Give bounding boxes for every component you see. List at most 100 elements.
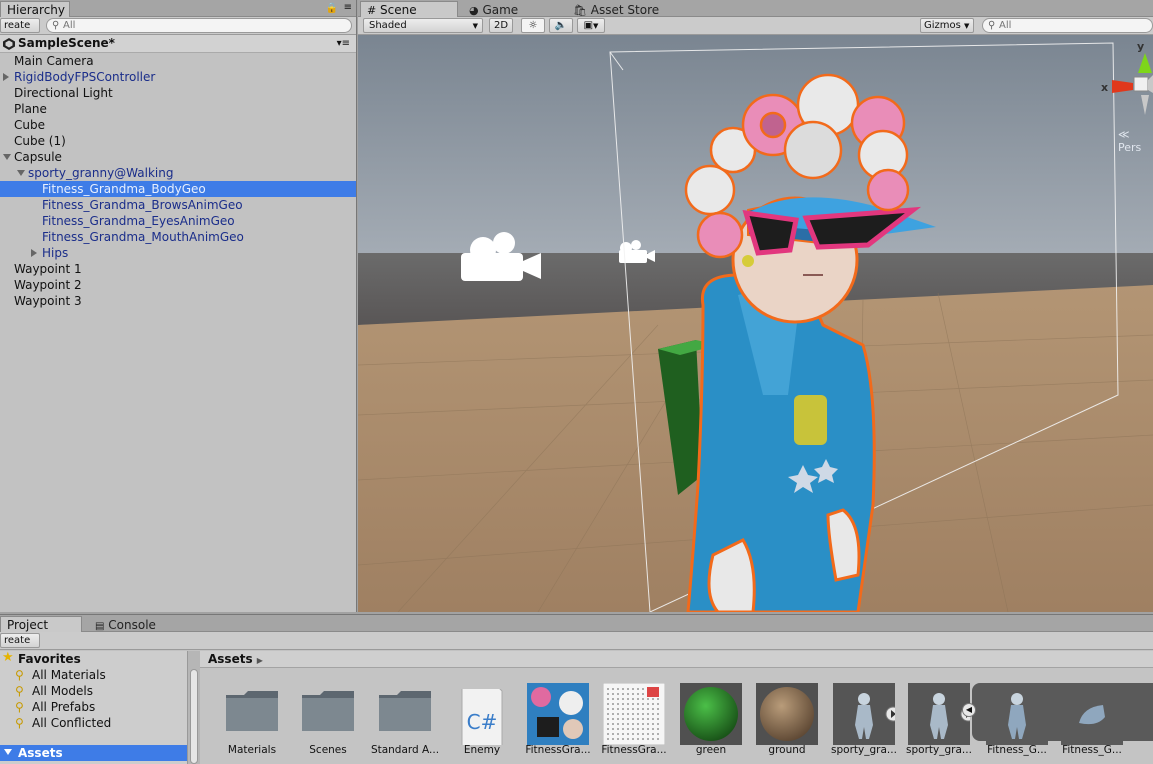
hierarchy-item-label: Plane <box>14 102 47 116</box>
folder-icon <box>224 689 280 733</box>
panel-menu-icon[interactable]: ≡ <box>344 2 352 13</box>
scene-viewport[interactable]: y x ≪ Pers <box>358 35 1153 612</box>
console-icon: ▤ <box>95 621 105 632</box>
asset-label: FitnessGra... <box>601 744 667 756</box>
hierarchy-tree: Main Camera RigidBodyFPSController Directi… <box>0 53 356 309</box>
assets-root-item[interactable]: Assets <box>0 745 187 761</box>
scene-root-row[interactable]: SampleScene* ▾≡ <box>0 35 356 53</box>
hierarchy-item[interactable]: Main Camera <box>0 53 356 69</box>
scene-menu-icon[interactable]: ▾≡ <box>337 35 350 52</box>
favorite-item[interactable]: ⚲ All Prefabs <box>0 699 187 715</box>
hierarchy-item-label: Capsule <box>14 150 62 164</box>
model-prefab-icon <box>908 683 976 745</box>
hierarchy-item-label: Waypoint 3 <box>14 294 82 308</box>
2d-label: 2D <box>493 20 509 31</box>
hierarchy-item[interactable]: Capsule <box>0 149 356 165</box>
asset-label: Scenes <box>309 744 347 756</box>
hierarchy-item[interactable]: Waypoint 3 <box>0 293 356 309</box>
favorites-header[interactable]: ★ Favorites <box>0 650 187 667</box>
hierarchy-search[interactable]: ⚲ <box>46 18 352 33</box>
hierarchy-item-label: Cube (1) <box>14 134 66 148</box>
hierarchy-item[interactable]: Fitness_Grandma_EyesAnimGeo <box>0 213 356 229</box>
tab-project-label: Project <box>7 618 49 632</box>
material-sphere-icon <box>680 683 742 745</box>
tab-hierarchy[interactable]: Hierarchy <box>0 1 70 18</box>
tab-asset-store[interactable]: 🛍 Asset Store <box>566 1 676 18</box>
shading-mode-dropdown[interactable]: Shaded ▼ <box>363 18 483 33</box>
search-filter-icon: ⚲ <box>15 700 24 714</box>
texture-icon <box>527 683 589 745</box>
collapse-prefab-icon[interactable]: ◀ <box>962 703 976 717</box>
scene-search[interactable]: ⚲ <box>982 18 1153 33</box>
scene-render <box>358 35 1153 612</box>
create-dropdown[interactable]: reate ▼ <box>0 18 40 44</box>
breadcrumb: Assets ▶ <box>200 651 1153 668</box>
texture-icon <box>602 682 666 746</box>
bag-icon: 🛍 <box>573 4 587 17</box>
project-create-dropdown[interactable]: reate ▼ <box>0 633 40 659</box>
tab-scene-label: Scene <box>380 3 417 17</box>
hierarchy-panel: Hierarchy 🔒 ≡ reate ▼ ⚲ SampleScene* ▾≡ … <box>0 0 357 612</box>
expand-right-icon[interactable] <box>3 73 9 81</box>
asset-label: Fitness_G... <box>987 744 1047 756</box>
chevron-right-icon: ▶ <box>256 656 263 665</box>
hierarchy-item[interactable]: Waypoint 1 <box>0 261 356 277</box>
tab-console[interactable]: ▤ Console <box>88 616 168 633</box>
perspective-icon: ≪ <box>1118 128 1130 141</box>
hierarchy-item[interactable]: Plane <box>0 101 356 117</box>
chevron-down-icon: ▼ <box>593 22 599 30</box>
hierarchy-item[interactable]: Fitness_Grandma_MouthAnimGeo <box>0 229 356 245</box>
folder-tree-scrollbar[interactable] <box>188 651 200 764</box>
2d-toggle[interactable]: 2D <box>489 18 513 33</box>
create-label: reate <box>4 635 31 646</box>
tab-label: Hierarchy <box>7 3 66 17</box>
hierarchy-item[interactable]: Waypoint 2 <box>0 277 356 293</box>
hierarchy-item[interactable]: RigidBodyFPSController <box>0 69 356 85</box>
breadcrumb-assets[interactable]: Assets <box>208 652 253 666</box>
hierarchy-toolbar: reate ▼ ⚲ <box>0 17 356 44</box>
tab-game[interactable]: ◕ Game <box>462 1 532 18</box>
scene-search-input[interactable] <box>989 20 1152 31</box>
unity-logo-icon <box>3 38 15 50</box>
pacman-icon: ◕ <box>469 4 479 17</box>
project-tabbar: Project ▤ Console <box>0 615 1153 633</box>
audio-toggle[interactable]: 🔈 <box>549 18 573 33</box>
hierarchy-item[interactable]: Fitness_Grandma_BrowsAnimGeo <box>0 197 356 213</box>
create-label: reate <box>4 20 31 31</box>
hierarchy-item[interactable]: Cube <box>0 117 356 133</box>
favorites-list: ⚲ All Materials ⚲ All Models ⚲ All Prefabs ⚲ Al… <box>0 667 187 731</box>
speaker-icon: 🔈 <box>554 20 568 31</box>
hierarchy-item[interactable]: Cube (1) <box>0 133 356 149</box>
perspective-label[interactable]: ≪ Pers <box>1118 128 1153 154</box>
asset-label: Enemy <box>463 744 501 756</box>
hierarchy-item-label: Cube <box>14 118 45 132</box>
favorite-item[interactable]: ⚲ All Materials <box>0 667 187 683</box>
hierarchy-search-input[interactable] <box>53 20 351 31</box>
favorite-item[interactable]: ⚲ All Conflicted <box>0 715 187 731</box>
gizmos-dropdown[interactable]: Gizmos ▼ <box>920 18 974 33</box>
hierarchy-item[interactable]: sporty_granny@Walking <box>0 165 356 181</box>
hierarchy-item[interactable]: Fitness_Grandma_BodyGeo <box>0 181 356 197</box>
hierarchy-item-label: Directional Light <box>14 86 113 100</box>
effects-dropdown[interactable]: ▣▼ <box>577 18 605 33</box>
hierarchy-item[interactable]: Hips <box>0 245 356 261</box>
mesh-icon <box>986 683 1048 745</box>
hierarchy-item-label: Hips <box>42 246 69 260</box>
star-icon: ★ <box>2 650 14 665</box>
hierarchy-item-label: Fitness_Grandma_BrowsAnimGeo <box>42 198 243 212</box>
tab-asset-store-label: Asset Store <box>590 3 660 17</box>
lighting-toggle[interactable]: ☼ <box>521 18 545 33</box>
tab-project[interactable]: Project <box>0 616 82 633</box>
tab-scene[interactable]: # Scene <box>360 1 458 18</box>
expand-right-icon[interactable] <box>31 249 37 257</box>
asset-label: Fitness_G... <box>1062 744 1122 756</box>
favorite-item[interactable]: ⚲ All Models <box>0 683 187 699</box>
expand-down-icon[interactable] <box>3 154 11 160</box>
hierarchy-item-label: Waypoint 1 <box>14 262 82 276</box>
scene-toolbar: Shaded ▼ 2D ☼ 🔈 ▣▼ Gizmos ▼ ⚲ <box>358 17 1153 35</box>
scene-name: SampleScene* <box>18 36 115 50</box>
expand-down-icon[interactable] <box>17 170 25 176</box>
lock-icon[interactable]: 🔒 <box>326 3 338 14</box>
scrollbar-thumb[interactable] <box>190 669 198 764</box>
hierarchy-item[interactable]: Directional Light <box>0 85 356 101</box>
